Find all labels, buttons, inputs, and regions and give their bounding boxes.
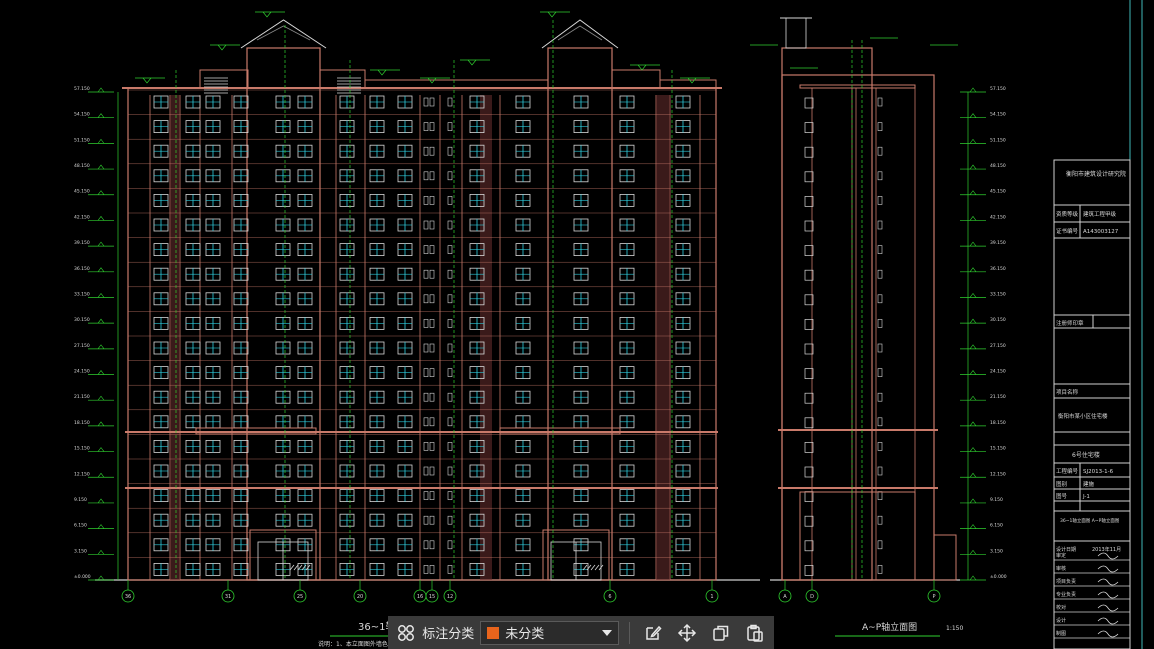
elevation-label: 30.150 — [74, 317, 90, 323]
signature-row-label: 专业负责 — [1056, 591, 1076, 598]
tb-date-label: 设计日期 — [1056, 546, 1076, 553]
elevation-markers-left: 57.150 54.150 51.150 48.150 45.150 42.150 39.1… — [74, 86, 119, 581]
elevation-label: 6.150 — [74, 523, 87, 529]
axis-bubbles: 36 31 25 20 16 15 12 6 1 A D P — [121, 580, 941, 603]
move-icon[interactable] — [674, 620, 700, 646]
chevron-down-icon — [602, 629, 613, 636]
tb-project-label: 项目名称 — [1056, 388, 1079, 396]
tb-date: 2013年11月 — [1092, 546, 1121, 553]
elevation-label: 51.150 — [74, 137, 90, 143]
annotation-category-value: 未分类 — [505, 627, 545, 642]
tb-sheet-label: 图号 — [1056, 492, 1068, 500]
axis-bubble-label: A — [783, 594, 787, 600]
axis-bubble-label: 15 — [429, 594, 435, 600]
edit-icon[interactable] — [640, 620, 666, 646]
elevation-label: 15.150 — [990, 446, 1006, 452]
elevation-label: 12.150 — [990, 471, 1006, 477]
signature-row-label: 设计 — [1056, 617, 1066, 624]
tb-drawing-name: 36~1轴立面图 A~P轴立面图 — [1060, 517, 1120, 524]
elevation-label: 9.150 — [74, 497, 87, 503]
elevation-label: 27.150 — [990, 343, 1006, 349]
tb-subproject: 6号住宅楼 — [1072, 451, 1100, 459]
tb-row1-label: 资质等级 — [1056, 210, 1079, 218]
elevation-label: ±0.000 — [990, 574, 1007, 580]
paste-icon[interactable] — [742, 620, 768, 646]
axis-bubble-label: 1 — [710, 594, 713, 600]
signature-rows: 审定审核项目负责专业负责校对设计制图 — [1054, 552, 1130, 639]
tb-sheet: J-1 — [1082, 494, 1090, 500]
elevation-label: 51.150 — [990, 137, 1006, 143]
elevation-label: 48.150 — [990, 163, 1006, 169]
elevation-label: ±0.000 — [74, 574, 91, 580]
elevation-label: 54.150 — [990, 112, 1006, 118]
elevation-label: 9.150 — [990, 497, 1003, 503]
elevation-label: 39.150 — [990, 240, 1006, 246]
axis-bubble-label: P — [932, 594, 935, 600]
side-elevation-scale: 1:150 — [946, 625, 963, 632]
signature-row-label: 审定 — [1056, 552, 1066, 559]
axis-bubble-label: 16 — [417, 594, 423, 600]
elevation-label: 15.150 — [74, 446, 90, 452]
elevation-label: 12.150 — [74, 471, 90, 477]
category-color-swatch — [487, 626, 500, 639]
elevation-label: 48.150 — [74, 163, 90, 169]
company-name: 衡阳市建筑设计研究院 — [1066, 170, 1126, 178]
elevation-label: 45.150 — [74, 189, 90, 195]
signature-row-label: 制图 — [1056, 630, 1066, 637]
elevation-label: 18.150 — [990, 420, 1006, 426]
elevation-label: 30.150 — [990, 317, 1006, 323]
grid-apps-icon[interactable] — [394, 620, 418, 646]
elevation-label: 6.150 — [990, 523, 1003, 529]
signature-row-label: 项目负责 — [1056, 578, 1076, 585]
elevation-label: 36.150 — [990, 266, 1006, 272]
annotation-category-label: 标注分类 — [422, 627, 475, 642]
elevation-label: 24.150 — [990, 369, 1006, 375]
axis-bubble-label: 12 — [447, 594, 453, 600]
title-block: 衡阳市建筑设计研究院 资质等级 建筑工程甲级 证书编号 A143003127 注… — [1053, 159, 1131, 649]
annotation-category-select[interactable]: 未分类 — [480, 620, 620, 645]
elevation-label: 42.150 — [990, 214, 1006, 220]
signature-row-label: 校对 — [1056, 604, 1066, 611]
tb-stage-label: 图别 — [1056, 480, 1067, 488]
elevation-label: 33.150 — [74, 291, 90, 297]
elevation-label: 27.150 — [74, 343, 90, 349]
elevation-label: 36.150 — [74, 266, 90, 272]
tb-stage: 建施 — [1083, 480, 1095, 488]
side-elevation-title: A~P轴立面图 — [862, 621, 917, 633]
tb-project-name: 衡阳市某小区住宅楼 — [1058, 412, 1108, 420]
toolbar-divider — [629, 621, 630, 644]
front-elevation — [122, 11, 722, 581]
elevation-label: 18.150 — [74, 420, 90, 426]
elevation-label: 42.150 — [74, 214, 90, 220]
axis-bubble-label: 20 — [357, 594, 363, 600]
axis-bubble-label: 31 — [225, 594, 231, 600]
elevation-label: 21.150 — [990, 394, 1006, 400]
elevation-label: 21.150 — [74, 394, 90, 400]
tb-stamp-label: 注册师印章 — [1056, 319, 1084, 327]
elevation-label: 3.150 — [990, 548, 1003, 554]
annotation-toolbar: 标注分类 未分类 — [388, 616, 774, 649]
tb-jobno-label: 工程编号 — [1056, 467, 1079, 475]
axis-bubble-label: D — [810, 594, 814, 600]
tb-jobno: SJ2013-1-6 — [1083, 469, 1114, 475]
axis-bubble-label: 36 — [125, 594, 131, 600]
tb-row1-value: 建筑工程甲级 — [1083, 210, 1117, 218]
elevation-label: 3.150 — [74, 548, 87, 554]
signature-row-label: 审核 — [1056, 565, 1066, 572]
elevation-label: 45.150 — [990, 189, 1006, 195]
cad-drawing-canvas[interactable]: 57.150 54.150 51.150 48.150 45.150 42.150 39.1… — [0, 0, 1154, 649]
elevation-label: 57.150 — [74, 86, 90, 92]
elevation-markers-right: 57.150 54.150 51.150 48.150 45.150 42.150 39.1… — [960, 86, 1007, 581]
copy-icon[interactable] — [708, 620, 734, 646]
axis-bubble-label: 25 — [297, 594, 303, 600]
tb-row2-value: A143003127 — [1083, 229, 1119, 235]
elevation-label: 39.150 — [74, 240, 90, 246]
elevation-label: 33.150 — [990, 291, 1006, 297]
side-elevation — [750, 17, 958, 581]
elevation-label: 24.150 — [74, 369, 90, 375]
elevation-label: 57.150 — [990, 86, 1006, 92]
tb-row2-label: 证书编号 — [1056, 227, 1079, 235]
axis-bubble-label: 6 — [608, 594, 611, 600]
elevation-label: 54.150 — [74, 112, 90, 118]
